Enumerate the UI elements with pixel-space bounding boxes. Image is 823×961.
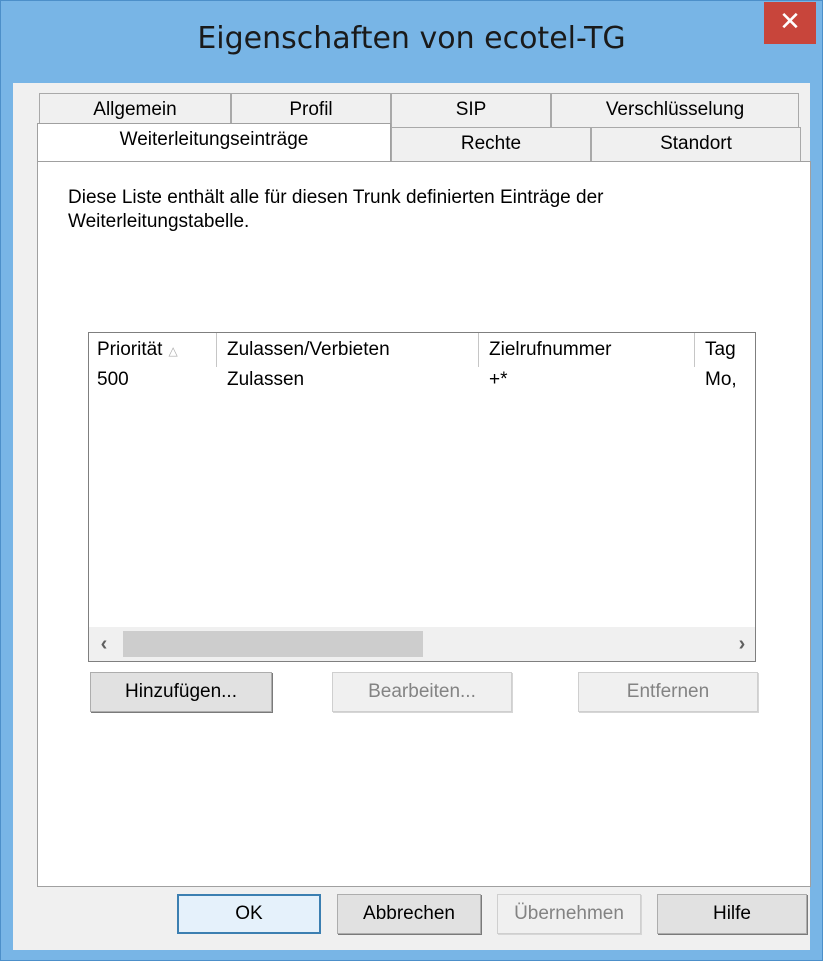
tab-rechte[interactable]: Rechte <box>391 127 591 161</box>
horizontal-scrollbar[interactable]: ‹ › <box>89 627 755 661</box>
cell-zielrufnummer: +* <box>489 369 508 390</box>
column-header-tag[interactable]: Tag <box>697 333 755 367</box>
cell-zulassen-verbieten: Zulassen <box>227 369 305 390</box>
forwarding-list[interactable]: Priorität △ Zulassen/Verbieten Zielrufnum… <box>88 332 756 662</box>
tab-verschluesselung[interactable]: Verschlüsselung <box>551 93 799 127</box>
tab-allgemein[interactable]: Allgemein <box>39 93 231 127</box>
close-icon: ✕ <box>779 7 801 37</box>
scrollbar-thumb[interactable] <box>123 631 423 657</box>
properties-dialog: Eigenschaften von ecotel-TG ✕ Allgemein … <box>0 0 823 961</box>
column-header-zulassen-verbieten[interactable]: Zulassen/Verbieten <box>219 333 479 367</box>
tab-profil[interactable]: Profil <box>231 93 391 127</box>
title-bar[interactable]: Eigenschaften von ecotel-TG ✕ <box>1 1 822 83</box>
apply-button[interactable]: Übernehmen <box>497 894 641 934</box>
cell-tag: Mo, <box>705 369 737 390</box>
window-title: Eigenschaften von ecotel-TG <box>197 21 626 56</box>
tab-panel-weiterleitung: Diese Liste enthält alle für diesen Trun… <box>37 161 811 887</box>
list-header: Priorität △ Zulassen/Verbieten Zielrufnum… <box>89 333 755 367</box>
panel-description: Diese Liste enthält alle für diesen Trun… <box>68 187 604 232</box>
edit-button[interactable]: Bearbeiten... <box>332 672 512 712</box>
ok-button[interactable]: OK <box>177 894 321 934</box>
tab-sip[interactable]: SIP <box>391 93 551 127</box>
tab-standort[interactable]: Standort <box>591 127 801 161</box>
tab-weiterleitungseintraege[interactable]: Weiterleitungseinträge <box>37 123 391 161</box>
help-button[interactable]: Hilfe <box>657 894 807 934</box>
table-row[interactable]: 500 Zulassen +* Mo, <box>89 367 755 393</box>
column-header-prioritaet[interactable]: Priorität △ <box>89 333 217 367</box>
cell-prioritaet: 500 <box>97 369 129 390</box>
remove-button[interactable]: Entfernen <box>578 672 758 712</box>
column-label-prioritaet: Priorität <box>97 339 163 360</box>
chevron-left-icon[interactable]: ‹ <box>89 627 119 661</box>
cancel-button[interactable]: Abbrechen <box>337 894 481 934</box>
column-header-zielrufnummer[interactable]: Zielrufnummer <box>481 333 695 367</box>
close-button[interactable]: ✕ <box>764 2 816 44</box>
chevron-right-icon[interactable]: › <box>727 627 755 661</box>
sort-ascending-icon: △ <box>168 344 178 358</box>
add-button[interactable]: Hinzufügen... <box>90 672 272 712</box>
